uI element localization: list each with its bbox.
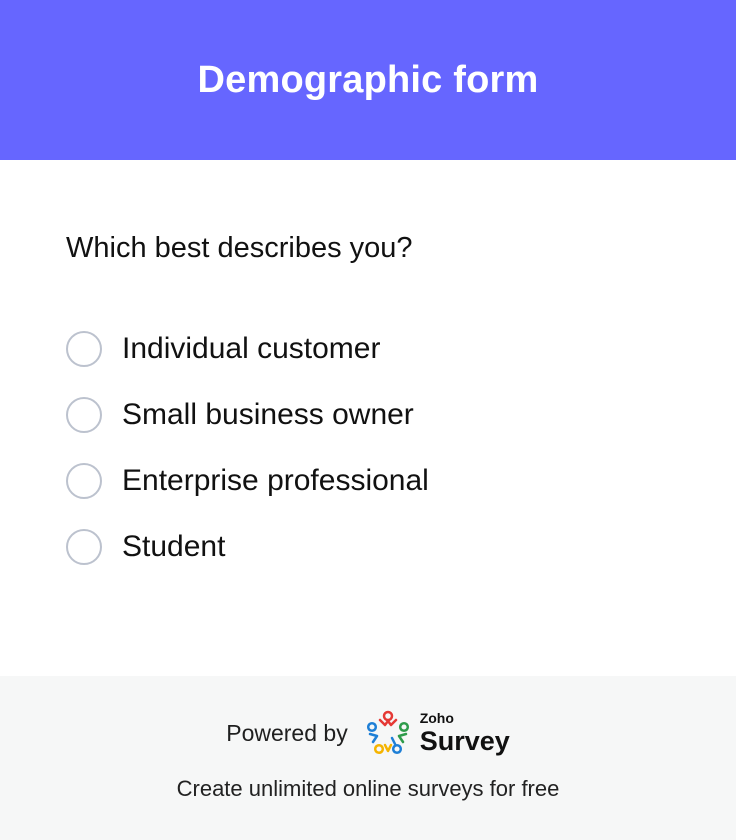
zoho-survey-logo-icon bbox=[366, 710, 409, 755]
option-individual-customer[interactable]: Individual customer bbox=[66, 316, 666, 382]
form-header: Demographic form bbox=[0, 0, 736, 160]
radio-button[interactable] bbox=[66, 397, 102, 433]
option-label: Enterprise professional bbox=[122, 464, 429, 497]
zoho-brand-label: Zoho bbox=[419, 710, 454, 726]
radio-button[interactable] bbox=[66, 331, 102, 367]
option-small-business-owner[interactable]: Small business owner bbox=[66, 382, 666, 448]
zoho-survey-logo-text: Zoho Survey bbox=[420, 711, 510, 755]
answer-options: Individual customer Small business owner… bbox=[66, 316, 666, 580]
survey-brand-label: Survey bbox=[419, 726, 510, 756]
option-label: Individual customer bbox=[122, 332, 381, 365]
question-section: Which best describes you? Individual cus… bbox=[0, 160, 736, 676]
option-student[interactable]: Student bbox=[66, 514, 666, 580]
option-label: Student bbox=[122, 530, 226, 563]
option-enterprise-professional[interactable]: Enterprise professional bbox=[66, 448, 666, 514]
footer-tagline: Create unlimited online surveys for free bbox=[176, 776, 560, 801]
question-text: Which best describes you? bbox=[66, 232, 413, 264]
powered-by-row: Powered by Zoho Survey bbox=[0, 704, 736, 762]
survey-footer: Powered by Zoho Survey Create unlimited … bbox=[0, 676, 736, 840]
survey-page: Demographic form Which best describes yo… bbox=[0, 0, 736, 840]
radio-button[interactable] bbox=[66, 463, 102, 499]
radio-button[interactable] bbox=[66, 529, 102, 565]
zoho-survey-logo-link[interactable]: Zoho Survey bbox=[364, 709, 510, 757]
powered-by-text: Powered by bbox=[226, 719, 348, 746]
option-label: Small business owner bbox=[122, 398, 414, 431]
form-title: Demographic form bbox=[197, 58, 539, 101]
